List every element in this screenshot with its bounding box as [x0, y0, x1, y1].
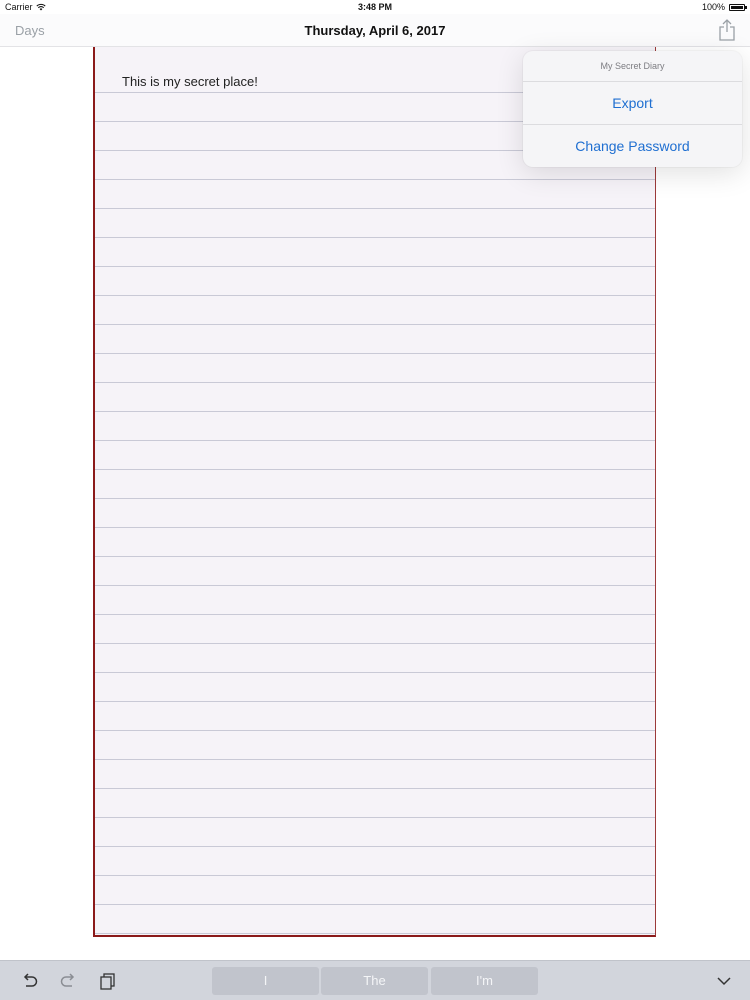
chevron-down-icon[interactable] [714, 971, 734, 991]
suggestion-1[interactable]: I [212, 967, 319, 995]
battery-icon [729, 3, 747, 11]
suggestion-3[interactable]: I'm [431, 967, 538, 995]
paste-icon[interactable] [98, 971, 118, 991]
share-icon[interactable] [716, 18, 738, 42]
suggestion-2[interactable]: The [321, 967, 428, 995]
undo-icon[interactable] [20, 971, 40, 991]
screen: Carrier 3:48 PM 100% Days Thursday, Apri… [0, 0, 750, 1000]
change-password-button[interactable]: Change Password [523, 124, 742, 166]
status-bar: Carrier 3:48 PM 100% [0, 0, 750, 14]
popover-title: My Secret Diary [523, 51, 742, 82]
status-time: 3:48 PM [357, 2, 392, 12]
share-popover: My Secret Diary Export Change Password [523, 51, 742, 167]
diary-entry-text[interactable]: This is my secret place! [122, 74, 258, 89]
nav-bar: Days Thursday, April 6, 2017 [0, 14, 750, 47]
ruled-lines [95, 47, 655, 935]
diary-page[interactable]: This is my secret place! [93, 47, 656, 937]
keyboard-shortcut-bar: I The I'm [0, 960, 750, 1000]
redo-icon[interactable] [58, 971, 78, 991]
export-button[interactable]: Export [523, 82, 742, 124]
page-title: Thursday, April 6, 2017 [304, 23, 446, 38]
status-battery: 100% [701, 2, 747, 12]
battery-level [731, 5, 743, 9]
battery-percent: 100% [701, 2, 725, 12]
